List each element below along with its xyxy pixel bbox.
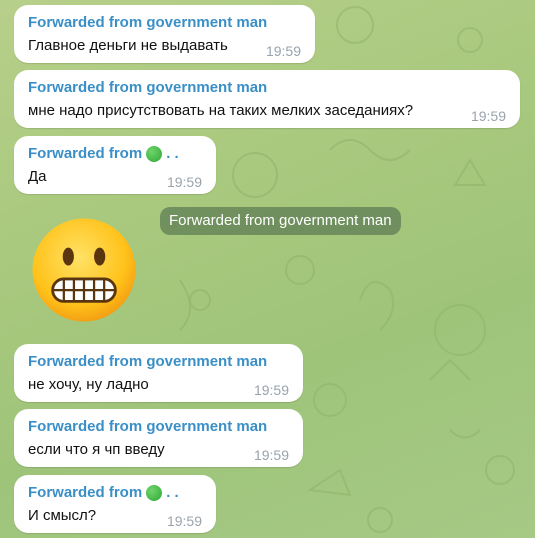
forwarded-header[interactable]: Forwarded from government man — [28, 14, 301, 32]
forward-suffix: . . — [166, 145, 179, 162]
forwarded-header[interactable]: Forwarded from . . — [28, 145, 202, 163]
forward-label: Forwarded from government man — [28, 418, 268, 435]
grimacing-face-icon[interactable] — [28, 214, 140, 326]
message-time: 19:59 — [166, 174, 202, 190]
forward-label: Forwarded from government man — [28, 353, 268, 370]
message-text: И смысл? — [28, 507, 97, 524]
message-text: если что я чп введу — [28, 441, 165, 458]
forwarded-header[interactable]: Forwarded from government man — [28, 418, 289, 436]
forward-label: Forwarded from — [28, 145, 143, 162]
forward-label: Forwarded from — [28, 484, 143, 501]
forward-label: Forwarded from government man — [28, 14, 268, 31]
message-text: не хочу, ну ладно — [28, 376, 149, 393]
service-forward-label: Forwarded from government man — [160, 207, 401, 235]
message-time: 19:59 — [253, 382, 289, 398]
message-bubble[interactable]: Forwarded from . . И смысл? 19:59 — [14, 475, 216, 533]
message-bubble[interactable]: Forwarded from government man мне надо п… — [14, 70, 520, 128]
message-bubble[interactable]: Forwarded from government man если что я… — [14, 409, 303, 467]
message-text: Да — [28, 168, 47, 185]
forwarded-header[interactable]: Forwarded from government man — [28, 79, 506, 97]
forwarded-header[interactable]: Forwarded from government man — [28, 353, 289, 371]
message-text: мне надо присутствовать на таких мелких … — [28, 102, 414, 119]
message-bubble[interactable]: Forwarded from government man Главное де… — [14, 5, 315, 63]
forward-suffix: . . — [166, 484, 179, 501]
message-time: 19:59 — [166, 513, 202, 529]
message-time: 19:59 — [265, 43, 301, 59]
message-bubble[interactable]: Forwarded from . . Да 19:59 — [14, 136, 216, 194]
forward-label: Forwarded from government man — [28, 79, 268, 96]
green-circle-icon — [146, 146, 163, 162]
message-text: Главное деньги не выдавать — [28, 37, 228, 54]
forwarded-header[interactable]: Forwarded from . . — [28, 484, 202, 502]
green-circle-icon — [146, 485, 163, 501]
message-bubble[interactable]: Forwarded from government man не хочу, н… — [14, 344, 303, 402]
message-time: 19:59 — [253, 447, 289, 463]
message-time: 19:59 — [470, 108, 506, 124]
